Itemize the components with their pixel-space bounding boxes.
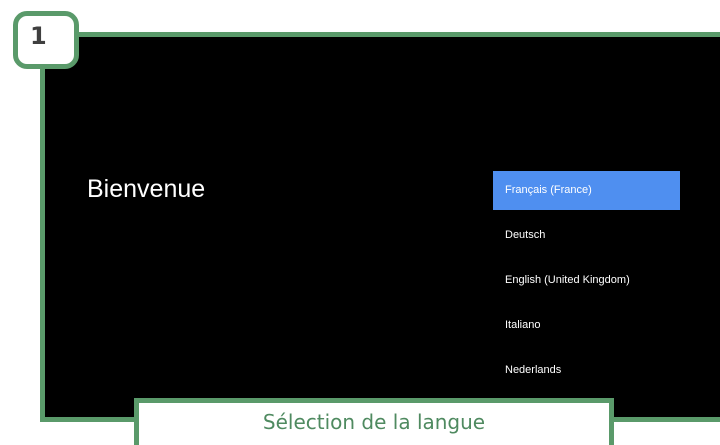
tv-screen: Bienvenue Français (France) Deutsch Engl… (40, 32, 720, 422)
language-option-deutsch[interactable]: Deutsch (493, 216, 680, 255)
language-option-english-uk[interactable]: English (United Kingdom) (493, 261, 680, 300)
step-number-badge: 1 (13, 11, 79, 69)
welcome-title: Bienvenue (87, 175, 206, 203)
language-list: Français (France) Deutsch English (Unite… (493, 171, 680, 396)
step-number: 1 (30, 22, 47, 50)
caption-box: Sélection de la langue (134, 398, 614, 445)
language-option-francais[interactable]: Français (France) (493, 171, 680, 210)
caption-text: Sélection de la langue (262, 410, 486, 434)
language-option-italiano[interactable]: Italiano (493, 306, 680, 345)
language-option-nederlands[interactable]: Nederlands (493, 351, 680, 390)
